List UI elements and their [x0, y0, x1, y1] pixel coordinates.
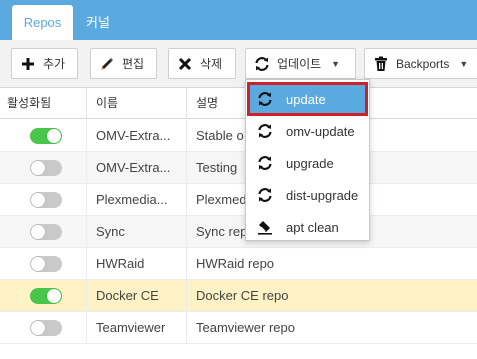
toggle-knob: [31, 161, 45, 175]
table-row[interactable]: OMV-Extra... Stable o: [0, 120, 477, 152]
repo-name: OMV-Extra...: [96, 160, 171, 175]
table-row-selected[interactable]: Docker CE Docker CE repo: [0, 280, 477, 312]
table-row[interactable]: Sync Sync repo: [0, 216, 477, 248]
toolbar: 추가 편집 삭제 업데이트 ▼ Backports ▼: [0, 40, 477, 88]
tab-kernel[interactable]: 커널: [86, 5, 110, 40]
repo-description: Docker CE repo: [196, 288, 289, 303]
repo-description: Teamviewer repo: [196, 320, 295, 335]
toggle-knob: [31, 193, 45, 207]
enabled-toggle[interactable]: [30, 256, 62, 272]
menu-item-omv-update[interactable]: omv-update: [250, 117, 365, 145]
menu-item-label: upgrade: [286, 155, 334, 171]
update-menu: update omv-update upgrade dist-upgrade a…: [245, 79, 370, 241]
close-icon: [177, 56, 193, 72]
cell-divider: [86, 184, 87, 216]
table-row[interactable]: Teamviewer Teamviewer repo: [0, 312, 477, 344]
column-header-description[interactable]: 설명: [196, 88, 218, 119]
toggle-knob: [47, 289, 61, 303]
enabled-toggle[interactable]: [30, 160, 62, 176]
top-tab-bar: Repos 커널: [0, 0, 477, 40]
repo-name: Docker CE: [96, 288, 159, 303]
menu-item-label: apt clean: [286, 219, 339, 235]
column-header-enabled[interactable]: 활성화됨: [7, 88, 51, 119]
toggle-knob: [31, 257, 45, 271]
table-row[interactable]: Plexmedia... Plexmed: [0, 184, 477, 216]
toggle-knob: [31, 321, 45, 335]
toggle-knob: [47, 129, 61, 143]
enabled-toggle[interactable]: [30, 128, 62, 144]
menu-item-label: dist-upgrade: [286, 187, 359, 203]
menu-item-dist-upgrade[interactable]: dist-upgrade: [250, 181, 365, 209]
column-divider[interactable]: [86, 88, 87, 119]
enabled-toggle[interactable]: [30, 192, 62, 208]
table-row[interactable]: OMV-Extra... Testing: [0, 152, 477, 184]
table-row[interactable]: HWRaid HWRaid repo: [0, 248, 477, 280]
column-header-name[interactable]: 이름: [96, 88, 118, 119]
menu-item-label: omv-update: [286, 123, 355, 139]
delete-button[interactable]: 삭제: [168, 48, 236, 79]
delete-button-label: 삭제: [200, 57, 223, 71]
cell-divider: [86, 312, 87, 344]
cell-divider: [186, 280, 187, 312]
refresh-icon: [256, 154, 274, 172]
grid-header: 활성화됨 이름 설명: [0, 88, 477, 119]
enabled-toggle[interactable]: [30, 320, 62, 336]
edit-button-label: 편집: [122, 57, 145, 71]
repo-name: OMV-Extra...: [96, 128, 171, 143]
column-divider[interactable]: [186, 88, 187, 119]
cell-divider: [86, 120, 87, 152]
repo-description: HWRaid repo: [196, 256, 275, 271]
cell-divider: [86, 216, 87, 248]
cell-divider: [186, 152, 187, 184]
menu-item-update[interactable]: update: [247, 82, 368, 116]
chevron-down-icon: ▼: [459, 58, 469, 69]
add-button[interactable]: 추가: [11, 48, 78, 79]
cell-divider: [186, 216, 187, 248]
tab-repos[interactable]: Repos: [12, 5, 73, 40]
repo-name: Teamviewer: [96, 320, 166, 335]
cell-divider: [86, 152, 87, 184]
plus-icon: [20, 56, 36, 72]
chevron-down-icon: ▼: [331, 58, 341, 69]
add-button-label: 추가: [43, 57, 66, 71]
edit-button[interactable]: 편집: [90, 48, 157, 79]
refresh-icon: [256, 122, 274, 140]
enabled-toggle[interactable]: [30, 288, 62, 304]
refresh-icon: [254, 56, 270, 72]
toggle-knob: [31, 225, 45, 239]
cell-divider: [86, 248, 87, 280]
cell-divider: [186, 312, 187, 344]
update-dropdown-button[interactable]: 업데이트 ▼: [245, 48, 356, 79]
refresh-icon: [256, 90, 274, 108]
backports-dropdown-button[interactable]: Backports ▼: [364, 48, 477, 79]
cell-divider: [186, 184, 187, 216]
pencil-icon: [99, 56, 115, 72]
repo-name: Sync: [96, 224, 125, 239]
cell-divider: [186, 120, 187, 152]
backports-button-label: Backports: [396, 56, 450, 71]
cell-divider: [186, 248, 187, 280]
repo-name: HWRaid: [96, 256, 145, 271]
eraser-icon: [256, 218, 274, 236]
repo-name: Plexmedia...: [96, 192, 168, 207]
cell-divider: [86, 280, 87, 312]
menu-item-upgrade[interactable]: upgrade: [250, 149, 365, 177]
trash-icon: [373, 56, 389, 72]
menu-item-apt-clean[interactable]: apt clean: [250, 213, 365, 241]
update-button-label: 업데이트: [277, 57, 322, 71]
menu-item-label: update: [286, 91, 326, 107]
enabled-toggle[interactable]: [30, 224, 62, 240]
refresh-icon: [256, 186, 274, 204]
